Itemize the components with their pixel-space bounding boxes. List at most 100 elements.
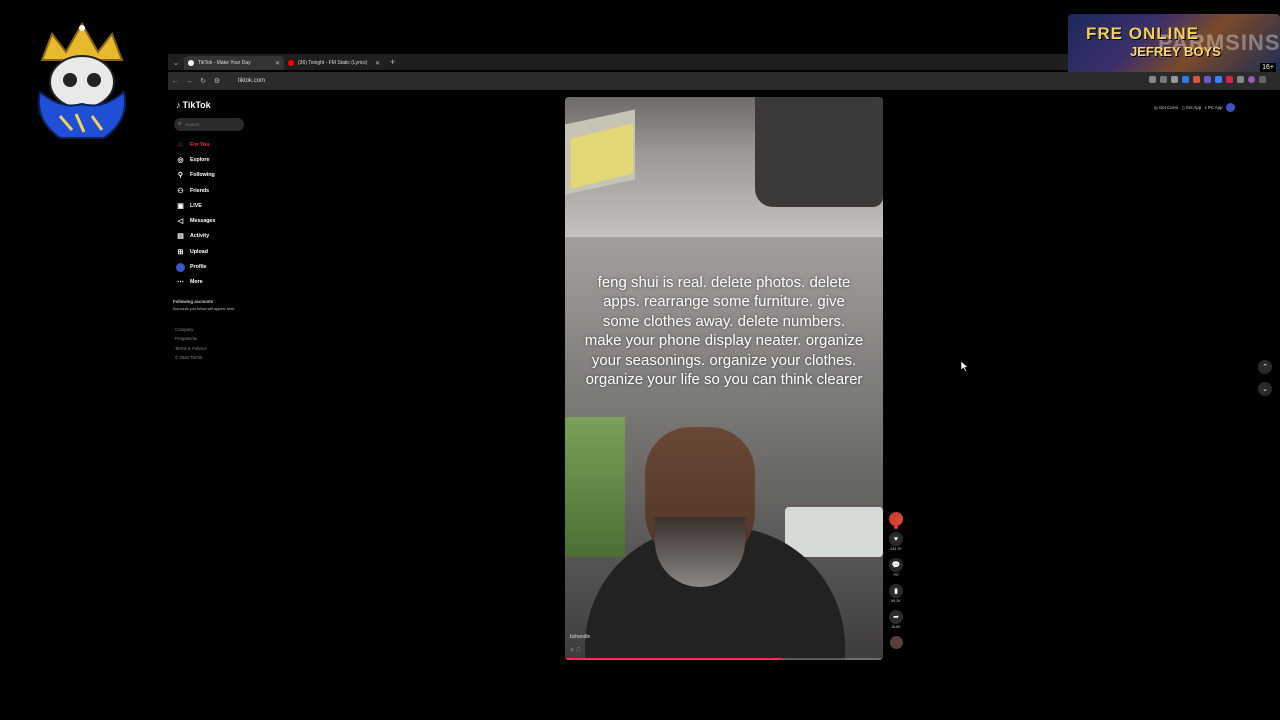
sidebar-item-activity[interactable]: ▤ Activity (176, 229, 256, 244)
bookmark-icon[interactable]: ▮ (889, 584, 903, 598)
sidebar-item-more[interactable]: ⋯ More (176, 275, 256, 290)
friends-icon: ⚇ (177, 187, 184, 195)
footer-link-programme[interactable]: Programme (175, 334, 207, 343)
sidebar-item-label: For You (190, 141, 210, 148)
creator-avatar[interactable] (889, 512, 903, 529)
sidebar-item-label: Upload (190, 248, 208, 255)
footer-link-terms[interactable]: Terms & Policies (175, 344, 207, 353)
sidebar-item-explore[interactable]: ◎ Explore (176, 152, 256, 167)
tiktok-note-icon: ♪ (176, 100, 181, 110)
tiktok-favicon-icon (188, 60, 194, 66)
search-box[interactable]: ⌕ (174, 118, 244, 131)
extensions-toolbar (1149, 76, 1266, 83)
sidebar-item-friends[interactable]: ⚇ Friends (176, 183, 256, 198)
copyright-text: © 2026 TikTok (175, 354, 203, 360)
search-icon: ⌕ (178, 121, 182, 127)
sidebar-item-for-you[interactable]: ⌂ For You (176, 137, 256, 152)
video-music[interactable]: ♫ 🎵 (570, 647, 581, 653)
video-player[interactable]: feng shui is real. delete photos. delete… (565, 97, 883, 660)
share-count: 16.8K (891, 625, 901, 629)
following-accounts-heading: Following accounts (173, 299, 214, 304)
banner-title: FRE ONLINE (1086, 24, 1199, 43)
extension-icon[interactable] (1182, 76, 1189, 83)
youtube-favicon-icon (288, 60, 294, 66)
screen: PARMSINS FRE ONLINE JEFREY BOYS 16+ ⌄ Ti… (0, 0, 1280, 720)
address-bar: ← → ↻ ⚙ tiktok.com (168, 72, 1280, 90)
extension-icon[interactable] (1204, 76, 1211, 83)
extension-icon[interactable] (1193, 76, 1200, 83)
live-icon: ▣ (177, 202, 184, 210)
get-coins-label: Get Coins (1158, 104, 1179, 110)
zoom-icon[interactable] (1160, 76, 1167, 83)
activity-icon: ▤ (177, 233, 184, 241)
back-icon[interactable]: ← (168, 72, 182, 90)
streamer-logo (32, 20, 132, 150)
tiktok-logo[interactable]: ♪ TikTok (176, 100, 211, 110)
sidebar-item-label: Explore (190, 156, 210, 163)
tiktok-logo-text: TikTok (182, 100, 211, 110)
sidebar-item-label: Following (190, 172, 215, 179)
save-count: 69.2K (891, 599, 901, 603)
tab-close-icon[interactable]: ✕ (375, 60, 380, 67)
site-info-icon[interactable]: ⚙ (210, 72, 224, 90)
sidebar-item-label: LIVE (190, 202, 202, 209)
pc-app-label: PC App (1207, 104, 1223, 110)
sidebar-item-label: Activity (190, 233, 210, 240)
next-video-icon[interactable]: ⌄ (1258, 382, 1272, 396)
puzzle-icon[interactable] (1237, 76, 1244, 83)
tab-youtube[interactable]: (36) Tonight - FM Static (Lyrics) ✕ (284, 56, 384, 70)
sidebar-item-label: Messages (190, 218, 216, 225)
sidebar-item-messages[interactable]: ◁ Messages (176, 213, 256, 228)
pc-app-link[interactable]: ⭳ PC App (1205, 104, 1222, 112)
profile-avatar-icon[interactable] (1248, 76, 1255, 83)
get-coins-link[interactable]: ◎ Get Coins (1154, 105, 1178, 111)
url-field[interactable]: tiktok.com (238, 78, 265, 84)
share-icon[interactable]: ➦ (889, 610, 903, 624)
header-links: ◎ Get Coins ▯ Get App ⭳ PC App (1154, 103, 1236, 112)
tab-tiktok[interactable]: TikTok - Make Your Day ✕ (184, 56, 284, 70)
forward-icon[interactable]: → (182, 72, 196, 90)
video-scene-rear-window (785, 507, 883, 557)
video-progress-fill (565, 658, 782, 660)
bookmark-star-icon[interactable] (1171, 76, 1178, 83)
user-avatar[interactable] (1226, 103, 1236, 112)
comment-count: 797 (893, 573, 899, 577)
tab-search-dropdown-icon[interactable]: ⌄ (168, 54, 184, 70)
video-username[interactable]: bzhandle (570, 634, 590, 640)
sidebar-item-profile[interactable]: ● Profile (176, 259, 256, 274)
sidebar-item-upload[interactable]: ⊞ Upload (176, 244, 256, 259)
sidebar-item-label: Profile (190, 264, 207, 271)
get-app-link[interactable]: ▯ Get App (1182, 105, 1201, 111)
more-icon: ⋯ (177, 279, 184, 287)
tab-bar: ⌄ TikTok - Make Your Day ✕ (36) Tonight … (168, 54, 1068, 70)
extension-icon[interactable] (1149, 76, 1156, 83)
new-tab-icon[interactable]: + (390, 57, 395, 67)
menu-icon[interactable] (1259, 76, 1266, 83)
home-icon: ⌂ (178, 141, 183, 149)
search-input[interactable] (185, 122, 236, 127)
video-caption: feng shui is real. delete photos. delete… (584, 274, 864, 389)
tab-label: (36) Tonight - FM Static (Lyrics) (298, 60, 368, 66)
footer-link-company[interactable]: Company (175, 325, 207, 334)
get-app-label: Get App (1185, 104, 1202, 110)
action-rail: ♥ 434.7K 💬 797 ▮ 69.2K ➦ 16.8K (886, 512, 906, 649)
mouse-cursor-icon (961, 361, 969, 372)
following-icon: ⚲ (177, 172, 184, 180)
tab-close-icon[interactable]: ✕ (275, 60, 280, 67)
video-scene-console (755, 97, 883, 207)
extension-icon[interactable] (1226, 76, 1233, 83)
profile-icon: ● (176, 262, 185, 272)
reload-icon[interactable]: ↻ (196, 72, 210, 90)
video-progress-bar[interactable] (565, 658, 883, 660)
feed-navigation: ⌃ ⌄ (1258, 360, 1274, 404)
sidebar-item-label: Friends (190, 187, 210, 194)
sidebar-item-following[interactable]: ⚲ Following (176, 168, 256, 183)
sidebar-item-live[interactable]: ▣ LIVE (176, 198, 256, 213)
sidebar-menu: ⌂ For You ◎ Explore ⚲ Following ⚇ Friends ▣ LIVE ◁… (176, 137, 256, 290)
like-icon[interactable]: ♥ (889, 532, 903, 546)
sidebar-footer: Company Programme Terms & Policies © 202… (175, 325, 207, 362)
previous-video-icon[interactable]: ⌃ (1258, 360, 1272, 374)
extension-icon[interactable] (1215, 76, 1222, 83)
music-disc-icon[interactable] (889, 636, 903, 649)
comment-icon[interactable]: 💬 (889, 558, 903, 572)
